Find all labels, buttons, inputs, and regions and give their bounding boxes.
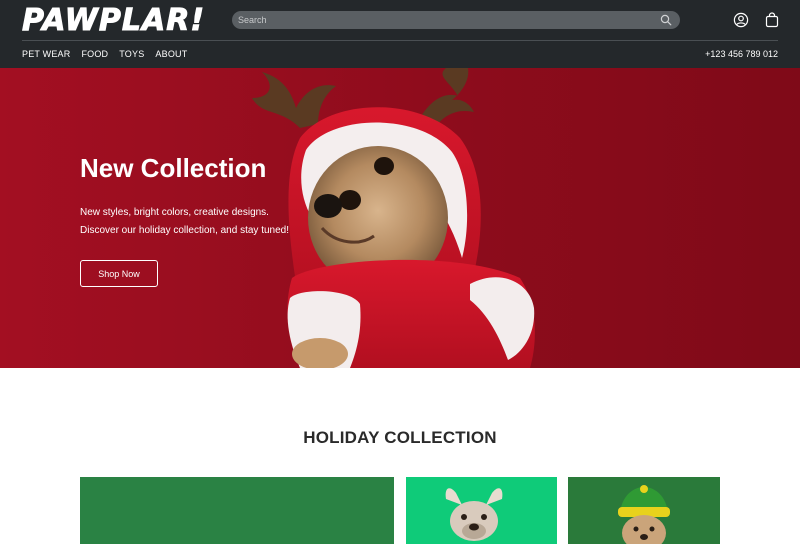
hero-title: New Collection — [80, 153, 267, 183]
shopping-bag-icon[interactable] — [764, 12, 780, 28]
main-nav: PET WEAR FOOD TOYS ABOUT — [22, 48, 187, 60]
product-card-3[interactable] — [568, 477, 720, 544]
search-bar[interactable] — [232, 11, 680, 29]
product-image-3 — [568, 477, 720, 544]
site-header: PAWPLAR! PET WEAR FOOD TOYS ABOUT +123 4… — [0, 0, 800, 68]
user-icon[interactable] — [733, 12, 749, 28]
search-icon[interactable] — [660, 14, 672, 26]
product-image-1 — [80, 477, 394, 544]
hero-banner: New Collection New styles, bright colors… — [0, 68, 800, 368]
brand-logo[interactable]: PAWPLAR! — [21, 3, 205, 38]
hero-subtitle: New styles, bright colors, creative desi… — [80, 204, 320, 240]
product-card-2[interactable] — [406, 477, 557, 544]
section-title: HOLIDAY COLLECTION — [303, 428, 497, 447]
product-card-1[interactable] — [80, 477, 394, 544]
search-input[interactable] — [238, 11, 648, 29]
shop-now-button[interactable]: Shop Now — [80, 260, 158, 287]
nav-item-about[interactable]: ABOUT — [155, 48, 187, 60]
nav-item-pet-wear[interactable]: PET WEAR — [22, 48, 70, 60]
nav-item-toys[interactable]: TOYS — [119, 48, 144, 60]
header-divider — [22, 40, 778, 41]
nav-item-food[interactable]: FOOD — [81, 48, 108, 60]
product-image-2 — [406, 477, 557, 544]
hero-subtitle-line-2: Discover our holiday collection, and sta… — [80, 225, 290, 236]
contact-phone[interactable]: +123 456 789 012 — [705, 48, 778, 60]
hero-subtitle-line-1: New styles, bright colors, creative desi… — [80, 207, 269, 218]
